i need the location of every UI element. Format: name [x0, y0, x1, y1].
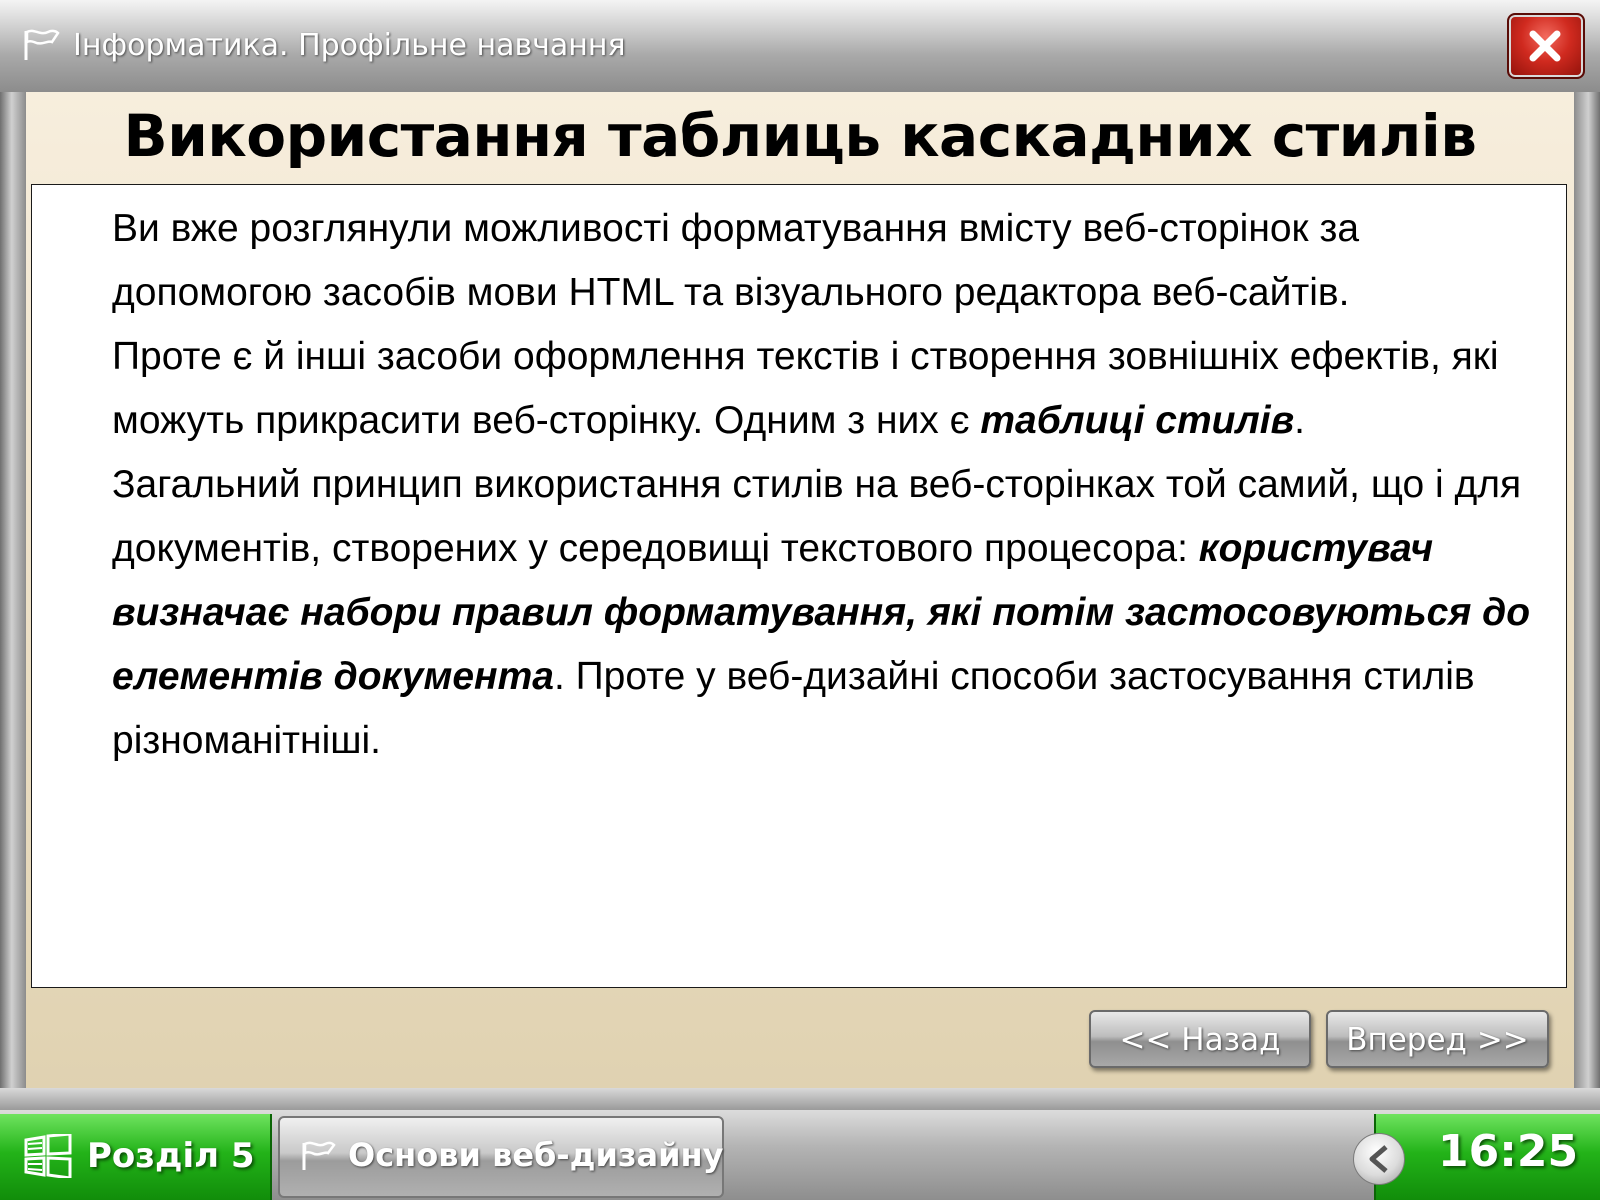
window-frame-left: [0, 92, 26, 1090]
paragraph-1-text: Ви вже розглянули можливості форматуванн…: [112, 207, 1360, 314]
back-button[interactable]: << Назад: [1089, 1010, 1311, 1068]
flag-icon: [302, 1141, 336, 1170]
close-button[interactable]: [1507, 13, 1585, 79]
chevron-left-icon: [1369, 1145, 1388, 1173]
content-text: Ви вже розглянули можливості форматуванн…: [49, 197, 1549, 773]
slide-title: Використання таблиць каскадних стилів: [123, 102, 1477, 170]
start-button[interactable]: Розділ 5: [0, 1114, 272, 1200]
next-button[interactable]: Вперед >>: [1326, 1010, 1549, 1068]
flag-icon: [24, 29, 60, 60]
paragraph-2: Проте є й інші засоби оформлення текстів…: [49, 325, 1549, 453]
paragraph-3: Загальний принцип використання стилів на…: [49, 453, 1549, 773]
title-bar: Інформатика. Профільне навчання: [0, 0, 1600, 94]
window-frame-bottom: [0, 1088, 1600, 1110]
paragraph-1: Ви вже розглянули можливості форматуванн…: [49, 197, 1549, 325]
close-icon: [1529, 30, 1561, 62]
paragraph-2-end: .: [1294, 399, 1305, 442]
start-label: Розділ 5: [87, 1136, 255, 1176]
windows-icon: [24, 1134, 72, 1178]
taskbar-item-label: Основи веб-дизайну: [348, 1136, 724, 1174]
window-frame-right: [1574, 92, 1600, 1090]
taskbar-item-web-design[interactable]: Основи веб-дизайну: [278, 1116, 724, 1198]
paragraph-2-emphasis: таблиці стилів: [980, 399, 1295, 442]
tray-expand-button[interactable]: [1353, 1133, 1405, 1185]
content-text-box: Ви вже розглянули можливості форматуванн…: [31, 184, 1567, 988]
clock: 16:25: [1438, 1126, 1579, 1177]
window-title: Інформатика. Профільне навчання: [73, 28, 626, 63]
